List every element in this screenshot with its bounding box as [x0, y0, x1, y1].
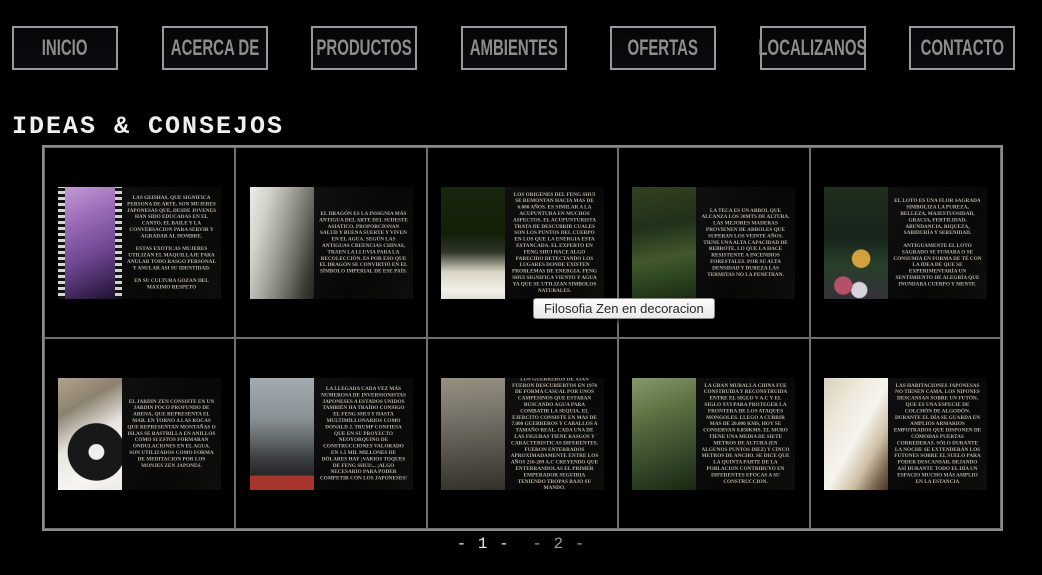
feng-shui-patio-photo [441, 187, 505, 299]
card-text-teca-content: LA TECA ES UN ARBOL QUE ALCANZA LOS 30MT… [696, 187, 795, 299]
card-text-gran-muralla: LA GRAN MURALLA CHINA FUE CONSTRUIDA Y R… [696, 378, 795, 490]
card-dragon[interactable]: EL DRAGÓN ES LA INSIGNIA MÁS ANTIGUA DEL… [235, 147, 426, 338]
card-text-inversionistas: LA LLEGADA CADA VEZ MÁS NUMEROSA DE INVE… [314, 378, 413, 490]
card-image-inversionistas: LA LLEGADA CADA VEZ MÁS NUMEROSA DE INVE… [250, 378, 413, 490]
nav-inicio[interactable]: INICIO [12, 26, 118, 70]
card-text-guerreros-xian-content: LOS GUERREROS DE XIAN FUERON DESCUBIERTO… [505, 378, 604, 490]
card-gran-muralla[interactable]: LA GRAN MURALLA CHINA FUE CONSTRUIDA Y R… [618, 338, 809, 529]
card-image-habitaciones: LAS HABITACIONES JAPONESAS NO TIENEN CAM… [824, 378, 987, 490]
great-wall-photo [632, 378, 696, 490]
nav-ambientes-label: AMBIENTES [469, 35, 557, 61]
main-nav: INICIO ACERCA DE PRODUCTOS AMBIENTES OFE… [12, 26, 1015, 70]
card-text-guerreros-xian: LOS GUERREROS DE XIAN FUERON DESCUBIERTO… [505, 378, 604, 490]
nav-acerca-de[interactable]: ACERCA DE [162, 26, 268, 70]
nav-localizanos[interactable]: LOCALIZANOS [760, 26, 866, 70]
nav-inicio-label: INICIO [42, 35, 88, 61]
nav-ambientes[interactable]: AMBIENTES [461, 26, 567, 70]
card-geishas[interactable]: LAS GEISHAS, QUE SIGNIFICA PERSONA DE AR… [44, 147, 235, 338]
pagination-page-2[interactable]: - 2 - [532, 535, 585, 553]
nav-contacto-label: CONTACTO [920, 35, 1003, 61]
tooltip: Filosofia Zen en decoracion [533, 298, 715, 319]
card-image-gran-muralla: LA GRAN MURALLA CHINA FUE CONSTRUIDA Y R… [632, 378, 795, 490]
card-text-loto-content: EL LOTO ES UNA FLOR SAGRADA SIMBOLIZA LA… [888, 187, 987, 299]
card-text-gran-muralla-content: LA GRAN MURALLA CHINA FUE CONSTRUIDA Y R… [696, 378, 795, 490]
nav-ofertas[interactable]: OFERTAS [610, 26, 716, 70]
card-text-teca: LA TECA ES UN ARBOL QUE ALCANZA LOS 30MT… [696, 187, 795, 299]
card-text-jardin-zen-content: EL JARDIN ZEN CONSISTE EN UN JARDIN POCO… [122, 378, 221, 490]
card-image-guerreros-xian: LOS GUERREROS DE XIAN FUERON DESCUBIERTO… [441, 378, 604, 490]
card-loto[interactable]: EL LOTO ES UNA FLOR SAGRADA SIMBOLIZA LA… [810, 147, 1001, 338]
shanghai-tower-photo [250, 378, 314, 490]
page-title: IDEAS & CONSEJOS [12, 112, 284, 141]
card-image-jardin-zen: EL JARDIN ZEN CONSISTE EN UN JARDIN POCO… [58, 378, 221, 490]
geisha-photo [58, 187, 122, 299]
card-text-habitaciones-content: LAS HABITACIONES JAPONESAS NO TIENEN CAM… [888, 378, 987, 490]
card-text-geishas: LAS GEISHAS, QUE SIGNIFICA PERSONA DE AR… [122, 187, 221, 299]
futon-room-photo [824, 378, 888, 490]
pagination-page-1[interactable]: - 1 - [457, 535, 510, 553]
card-text-inversionistas-content: LA LLEGADA CADA VEZ MÁS NUMEROSA DE INVE… [314, 378, 413, 490]
card-jardin-zen[interactable]: EL JARDIN ZEN CONSISTE EN UN JARDIN POCO… [44, 338, 235, 529]
card-image-dragon: EL DRAGÓN ES LA INSIGNIA MÁS ANTIGUA DEL… [250, 187, 413, 299]
card-image-teca: LA TECA ES UN ARBOL QUE ALCANZA LOS 30MT… [632, 187, 795, 299]
card-text-habitaciones: LAS HABITACIONES JAPONESAS NO TIENEN CAM… [888, 378, 987, 490]
card-text-feng-shui-content: LOS ORIGENES DEL FENG SHUI SE REMONTAN H… [505, 187, 604, 299]
teca-forest-photo [632, 187, 696, 299]
nav-contacto[interactable]: CONTACTO [909, 26, 1015, 70]
card-text-feng-shui: LOS ORIGENES DEL FENG SHUI SE REMONTAN H… [505, 187, 604, 299]
nav-productos[interactable]: PRODUCTOS [311, 26, 417, 70]
card-text-geishas-content: LAS GEISHAS, QUE SIGNIFICA PERSONA DE AR… [122, 187, 221, 299]
card-image-loto: EL LOTO ES UNA FLOR SAGRADA SIMBOLIZA LA… [824, 187, 987, 299]
card-image-geishas: LAS GEISHAS, QUE SIGNIFICA PERSONA DE AR… [58, 187, 221, 299]
nav-localizanos-label: LOCALIZANOS [758, 35, 866, 61]
card-habitaciones[interactable]: LAS HABITACIONES JAPONESAS NO TIENEN CAM… [810, 338, 1001, 529]
card-text-jardin-zen: EL JARDIN ZEN CONSISTE EN UN JARDIN POCO… [122, 378, 221, 490]
terracotta-warriors-photo [441, 378, 505, 490]
ideas-grid: LAS GEISHAS, QUE SIGNIFICA PERSONA DE AR… [42, 145, 1003, 531]
lotus-buddha-photo [824, 187, 888, 299]
card-text-dragon: EL DRAGÓN ES LA INSIGNIA MÁS ANTIGUA DEL… [314, 187, 413, 299]
nav-productos-label: PRODUCTOS [316, 35, 411, 61]
card-text-dragon-content: EL DRAGÓN ES LA INSIGNIA MÁS ANTIGUA DEL… [314, 187, 413, 299]
card-guerreros-xian[interactable]: LOS GUERREROS DE XIAN FUERON DESCUBIERTO… [427, 338, 618, 529]
dragon-statue-photo [250, 187, 314, 299]
card-inversionistas[interactable]: LA LLEGADA CADA VEZ MÁS NUMEROSA DE INVE… [235, 338, 426, 529]
card-text-loto: EL LOTO ES UNA FLOR SAGRADA SIMBOLIZA LA… [888, 187, 987, 299]
card-image-feng-shui: LOS ORIGENES DEL FENG SHUI SE REMONTAN H… [441, 187, 604, 299]
nav-acerca-de-label: ACERCA DE [170, 35, 258, 61]
pagination: - 1 - - 2 - [0, 535, 1042, 553]
nav-ofertas-label: OFERTAS [628, 35, 698, 61]
zen-garden-photo [58, 378, 122, 490]
